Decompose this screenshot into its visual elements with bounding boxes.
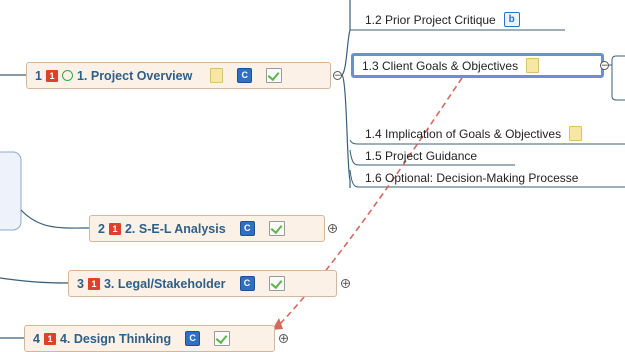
c-icon[interactable]: C — [239, 276, 255, 291]
topic-title: 4. Design Thinking — [59, 331, 172, 346]
topic-number: 4 — [33, 331, 40, 346]
c-icon[interactable]: C — [237, 68, 253, 83]
progress-icon — [61, 70, 73, 81]
collapse-button-1-3[interactable]: − — [600, 61, 609, 71]
subtopic-label: 1.5 Project Guidance — [365, 149, 478, 163]
priority-icon: 1 — [45, 69, 58, 82]
child-node-1-3[interactable] — [611, 55, 625, 101]
expand-button-topic-3[interactable]: + — [341, 279, 350, 289]
subtopic-label: 1.2 Prior Project Critique — [365, 12, 496, 27]
b-icon[interactable]: b — [503, 12, 520, 27]
subtopic-1-4[interactable]: 1.4 Implication of Goals & Objectives — [365, 126, 583, 141]
subtopic-label: 1.6 Optional: Decision-Making Processe — [365, 171, 579, 185]
c-icon[interactable]: C — [239, 221, 255, 236]
topic-3-legal-stakeholder[interactable]: 3 1 3. Legal/Stakeholder C — [68, 270, 337, 297]
branch-up — [341, 0, 351, 76]
topic-1-project-overview[interactable]: 1 1 1. Project Overview C — [26, 62, 331, 89]
topic-title: 1. Project Overview — [76, 68, 193, 83]
topic-number: 1 — [35, 68, 42, 83]
subtopic-1-5[interactable]: 1.5 Project Guidance — [365, 149, 477, 163]
collapse-button-topic-1[interactable]: − — [333, 71, 342, 81]
note-icon[interactable] — [210, 68, 224, 83]
topic-number: 2 — [98, 221, 105, 236]
topic-number: 3 — [77, 276, 84, 291]
note-icon[interactable] — [569, 126, 583, 141]
branch-down — [341, 74, 351, 188]
subtopic-1-3-selected[interactable]: 1.3 Client Goals & Objectives — [351, 53, 604, 78]
subtopic-1-6[interactable]: 1.6 Optional: Decision-Making Processe — [365, 171, 578, 185]
connector-topic-3 — [0, 277, 69, 284]
offscreen-central-node[interactable] — [0, 151, 22, 231]
note-icon[interactable] — [526, 58, 540, 73]
subtopic-label: 1.4 Implication of Goals & Objectives — [365, 126, 562, 141]
expand-button-topic-4[interactable]: + — [279, 334, 288, 344]
subtopic-label: 1.3 Client Goals & Objectives — [362, 58, 519, 73]
task-icon[interactable] — [268, 221, 285, 236]
topic-2-sel-analysis[interactable]: 2 1 2. S-E-L Analysis C — [89, 215, 325, 242]
topic-4-design-thinking[interactable]: 4 1 4. Design Thinking C — [24, 325, 275, 352]
priority-icon: 1 — [108, 222, 121, 235]
priority-icon: 1 — [87, 277, 100, 290]
topic-title: 2. S-E-L Analysis — [124, 221, 226, 236]
topic-title: 3. Legal/Stakeholder — [103, 276, 226, 291]
task-icon[interactable] — [268, 276, 285, 291]
priority-icon: 1 — [43, 332, 56, 345]
connector-topic-2 — [20, 209, 91, 229]
subtopic-1-2[interactable]: 1.2 Prior Project Critique b — [365, 12, 520, 27]
expand-button-topic-2[interactable]: + — [328, 224, 337, 234]
task-icon[interactable] — [266, 68, 283, 83]
